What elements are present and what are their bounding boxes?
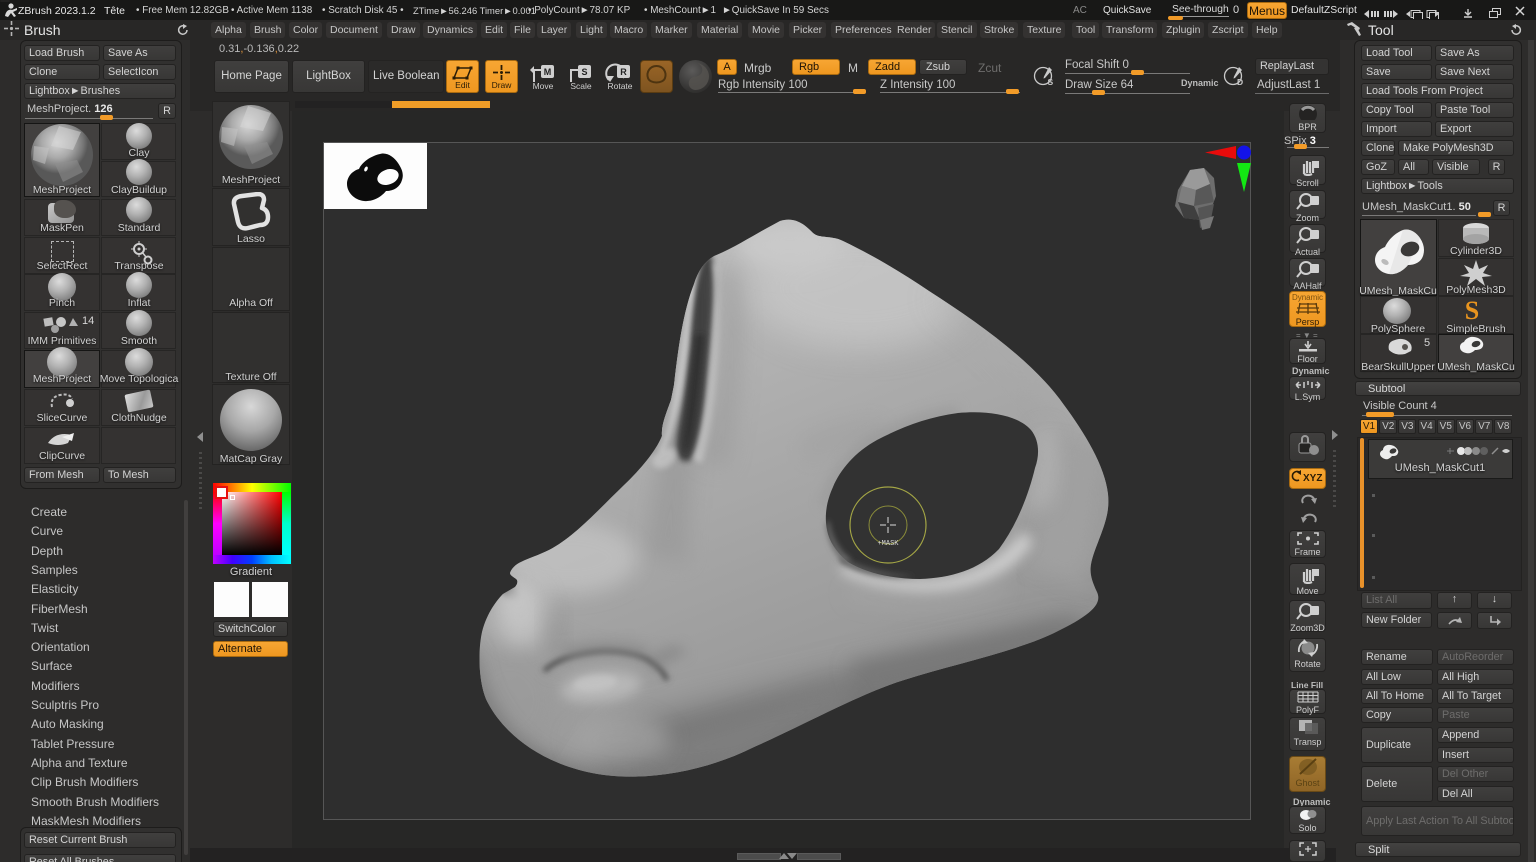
svg-text:Scale: Scale [570, 81, 592, 91]
svg-text:Rotate: Rotate [607, 81, 632, 91]
svg-text:S: S [1048, 77, 1054, 87]
svg-text:M: M [544, 67, 552, 77]
svg-text:Move: Move [533, 81, 554, 91]
svg-text:R: R [620, 67, 627, 77]
svg-text:D: D [1237, 77, 1243, 87]
svg-text:Draw: Draw [492, 80, 513, 90]
svg-text:+MASK: +MASK [877, 540, 899, 548]
svg-text:XYZ: XYZ [1303, 473, 1322, 484]
svg-text:Edit: Edit [455, 80, 470, 90]
svg-text:S: S [1465, 296, 1479, 325]
svg-text:S: S [581, 67, 587, 77]
